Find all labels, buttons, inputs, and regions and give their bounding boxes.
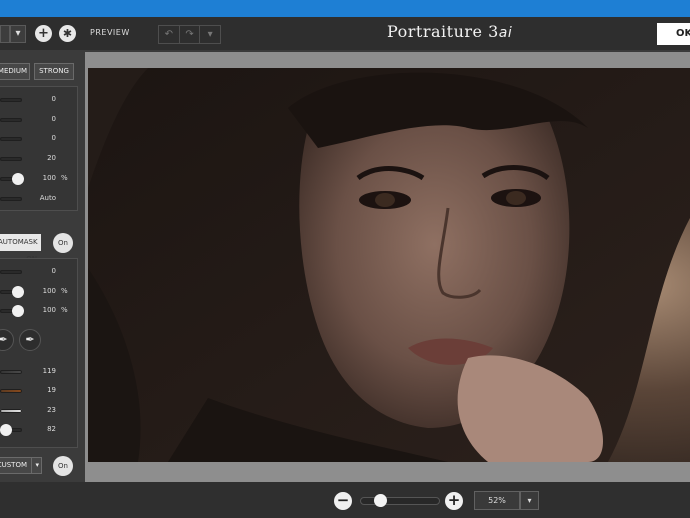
slider-knob[interactable]: [0, 424, 12, 436]
hue-gradient-track[interactable]: [0, 370, 22, 374]
slider-row-4: 20: [0, 154, 80, 164]
slider-row-6: Auto: [0, 194, 80, 204]
slider-knob[interactable]: [12, 305, 24, 317]
slider-value[interactable]: 119: [34, 367, 56, 375]
slider-row-5: 100 %: [0, 173, 80, 185]
saturation-slider: 19: [0, 386, 80, 396]
window-titlebar: [0, 0, 690, 17]
slider-value[interactable]: 0: [34, 95, 56, 103]
slider-track[interactable]: [0, 197, 22, 201]
portrait-photo: [88, 68, 690, 462]
slider-value[interactable]: 100: [34, 306, 56, 314]
preview-image[interactable]: [88, 68, 690, 462]
slider-row-2: 0: [0, 115, 80, 125]
slider-track[interactable]: [0, 118, 22, 122]
medium-button[interactable]: MEDIUM: [0, 63, 30, 80]
slider-track[interactable]: [0, 157, 22, 161]
mask-slider-2: 100 %: [0, 286, 80, 298]
eyedropper-plus-icon[interactable]: ✒: [19, 329, 41, 351]
redo-icon[interactable]: ↷: [180, 26, 201, 43]
automask-button[interactable]: AUTOMASK ON: [0, 234, 41, 263]
slider-track[interactable]: [0, 137, 22, 141]
slider-value[interactable]: 100: [34, 174, 56, 182]
chevron-down-icon: ▾: [31, 458, 39, 473]
slider-knob[interactable]: [12, 173, 24, 185]
history-chevron-icon[interactable]: ▾: [200, 26, 220, 43]
gear-icon[interactable]: ✱: [59, 25, 76, 42]
slider-value[interactable]: Auto: [34, 194, 56, 202]
enhancement-preset-dropdown[interactable]: CUSTOM▾: [0, 457, 42, 474]
slider-value[interactable]: 20: [34, 154, 56, 162]
percent-unit: %: [61, 287, 68, 295]
slider-value[interactable]: 0: [34, 115, 56, 123]
percent-unit: %: [61, 306, 68, 314]
preview-label: PREVIEW: [90, 28, 130, 37]
preset-dropdown-button[interactable]: [0, 25, 10, 43]
slider-track[interactable]: [0, 270, 22, 274]
strong-button[interactable]: STRONG: [34, 63, 74, 80]
percent-unit: %: [61, 174, 68, 182]
saturation-gradient-track[interactable]: [0, 389, 22, 393]
mask-slider-3: 100 %: [0, 305, 80, 317]
slider-row-3: 0: [0, 134, 80, 144]
slider-value[interactable]: 82: [34, 425, 56, 433]
latitude-slider: 82: [0, 424, 80, 436]
undo-icon[interactable]: ↶: [159, 26, 180, 43]
zoom-slider-knob[interactable]: [374, 494, 387, 507]
slider-value[interactable]: 19: [34, 386, 56, 394]
slider-knob[interactable]: [12, 286, 24, 298]
skin-mask-on-toggle[interactable]: On: [53, 233, 73, 253]
enhancements-on-toggle[interactable]: On: [53, 456, 73, 476]
app-title: Portraiture 3ai: [387, 22, 513, 41]
chevron-down-icon[interactable]: ▾: [10, 25, 26, 43]
zoom-level-field[interactable]: 52%: [474, 491, 520, 510]
slider-value[interactable]: 23: [34, 406, 56, 414]
plus-icon[interactable]: +: [35, 25, 52, 42]
zoom-out-icon[interactable]: −: [334, 492, 352, 510]
slider-track[interactable]: [0, 98, 22, 102]
undo-redo-group: ↶ ↷ ▾: [158, 25, 221, 44]
zoom-slider-track[interactable]: [360, 497, 440, 505]
luminance-gradient-track[interactable]: [0, 409, 22, 413]
zoom-in-icon[interactable]: +: [445, 492, 463, 510]
slider-value[interactable]: 0: [34, 267, 56, 275]
slider-value[interactable]: 0: [34, 134, 56, 142]
zoom-chevron-down-icon[interactable]: ▾: [520, 491, 539, 510]
mask-slider-1: 0: [0, 267, 80, 277]
hue-slider: 119: [0, 367, 80, 377]
luminance-slider: 23: [0, 406, 80, 416]
slider-value[interactable]: 100: [34, 287, 56, 295]
slider-row-1: 0: [0, 95, 80, 105]
ok-button[interactable]: OK: [657, 23, 690, 45]
